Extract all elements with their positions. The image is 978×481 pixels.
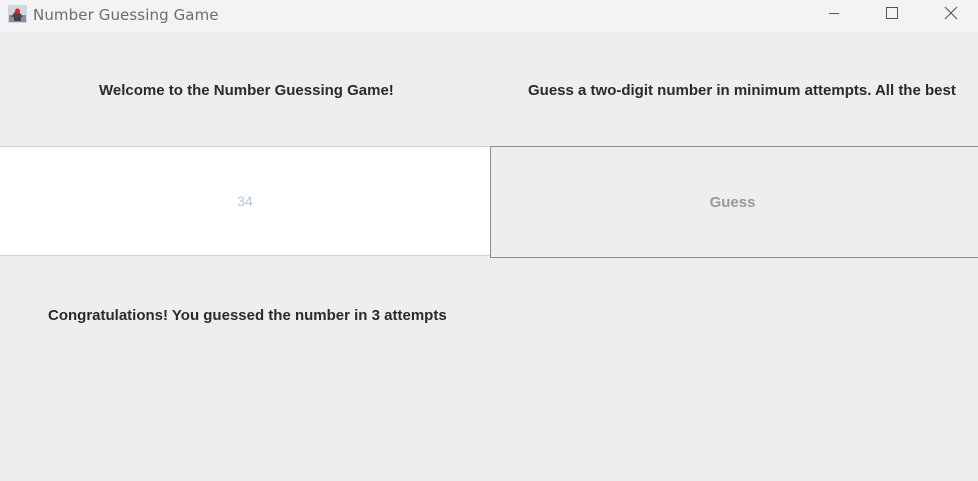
close-button[interactable] (922, 0, 978, 30)
app-window: Number Guessing Game Welcome to the Numb… (0, 0, 978, 481)
guess-button[interactable]: Guess (490, 146, 978, 258)
result-message: Congratulations! You guessed the number … (48, 307, 447, 324)
java-app-icon (8, 5, 27, 23)
window-title: Number Guessing Game (33, 6, 219, 24)
close-icon (944, 6, 958, 25)
welcome-label: Welcome to the Number Guessing Game! (99, 82, 394, 99)
maximize-icon (886, 6, 898, 24)
minimize-icon (828, 6, 840, 24)
minimize-button[interactable] (805, 0, 863, 30)
instructions-label: Guess a two-digit number in minimum atte… (528, 82, 956, 99)
maximize-button[interactable] (863, 0, 921, 30)
guess-input[interactable]: 34 (0, 146, 490, 256)
title-bar[interactable]: Number Guessing Game (0, 0, 978, 32)
